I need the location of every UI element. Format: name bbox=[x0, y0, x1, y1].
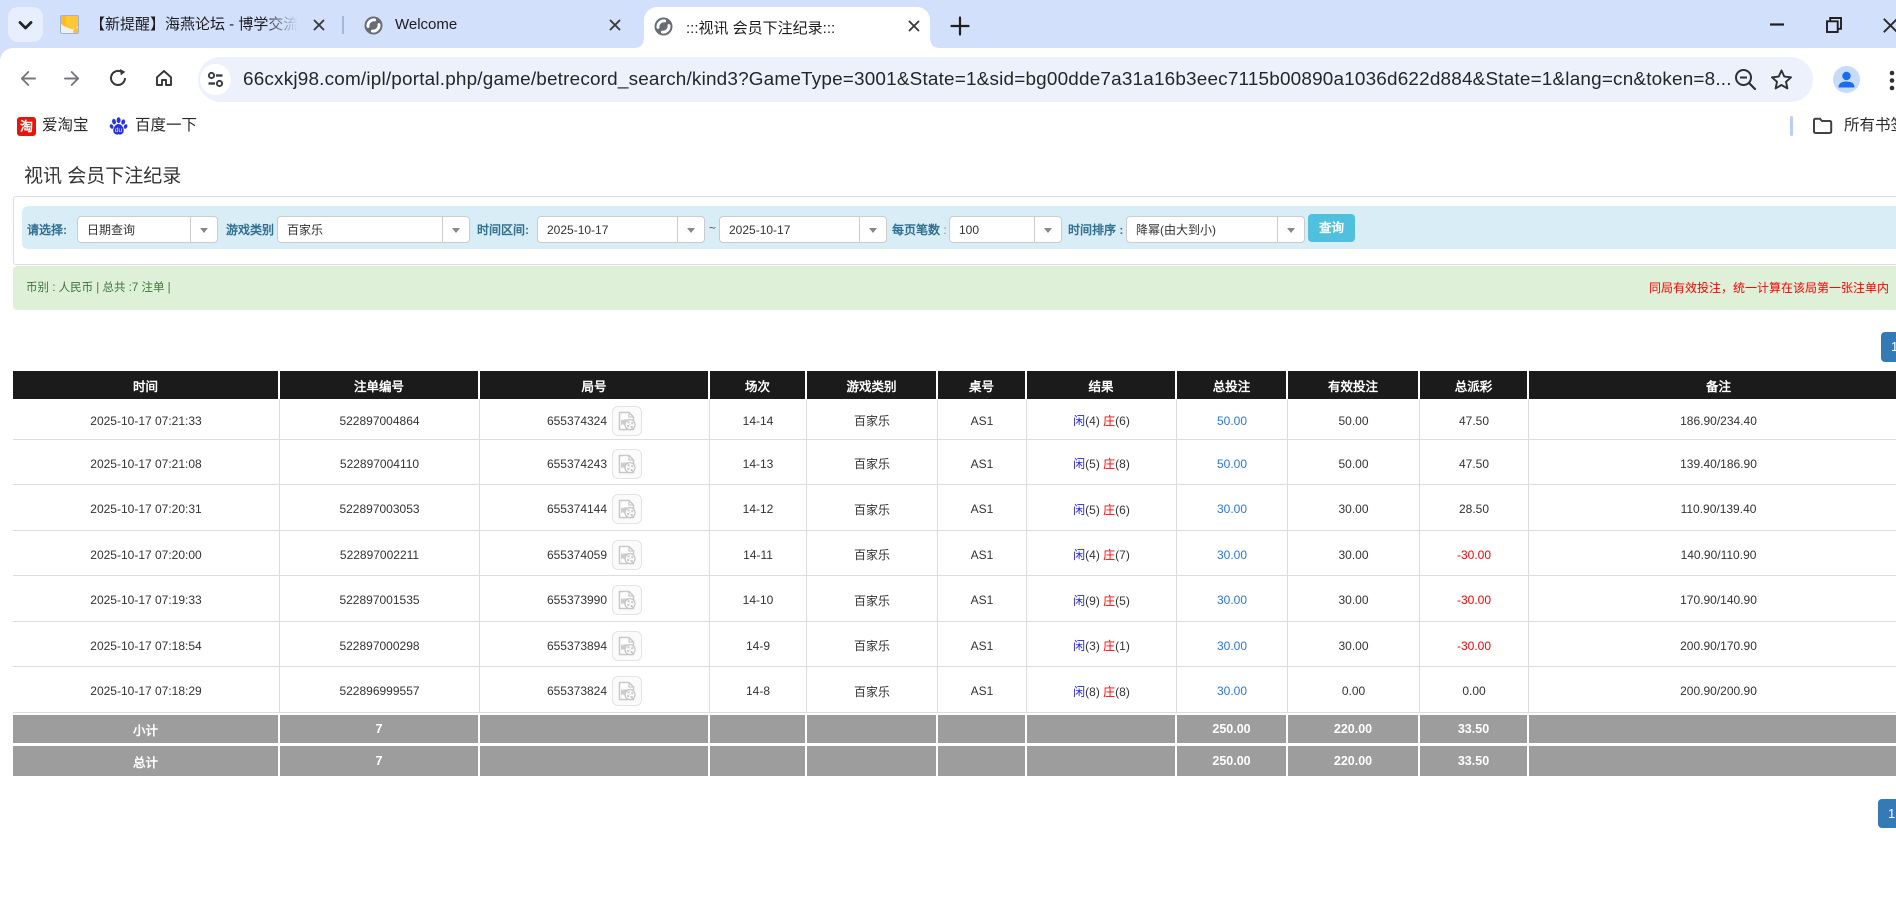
svg-text:du: du bbox=[115, 127, 123, 134]
